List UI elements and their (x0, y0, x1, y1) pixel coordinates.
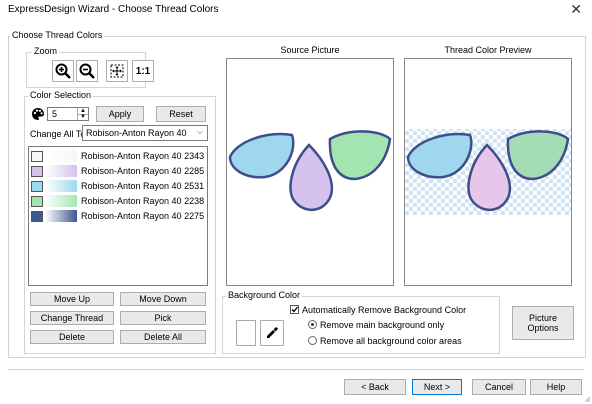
remove-all-radio[interactable] (308, 336, 317, 345)
spin-down-icon[interactable]: ▼ (77, 114, 88, 120)
thread-swatch (31, 210, 43, 222)
preview-shapes (405, 129, 571, 215)
apply-button[interactable]: Apply (96, 106, 144, 122)
thread-gradient (45, 180, 77, 192)
remove-main-label: Remove main background only (320, 320, 445, 330)
thread-name: Robison-Anton Rayon 40 2343 Eggsh (81, 151, 207, 161)
thread-row[interactable]: Robison-Anton Rayon 40 2531 Dana (31, 179, 207, 193)
group-label: Choose Thread Colors (10, 30, 105, 40)
picture-options-button[interactable]: Picture Options (512, 306, 574, 340)
zoom-in-icon[interactable] (52, 60, 74, 82)
thread-name: Robison-Anton Rayon 40 2238 Mint (81, 196, 207, 206)
close-icon[interactable]: ✕ (570, 1, 582, 18)
thread-row[interactable]: Robison-Anton Rayon 40 2238 Mint (31, 194, 207, 208)
source-shapes (228, 130, 392, 211)
thread-list[interactable]: Robison-Anton Rayon 40 2343 Eggsh Robison… (28, 146, 208, 286)
auto-remove-label: Automatically Remove Background Color (302, 305, 467, 315)
help-button[interactable]: Help (530, 379, 582, 395)
preview-panel (404, 58, 572, 286)
thread-row[interactable]: Robison-Anton Rayon 40 2285 Violet (31, 164, 207, 178)
thread-swatch (31, 165, 43, 177)
color-count-spinbox[interactable]: 5 ▲ ▼ (47, 107, 89, 121)
thread-name: Robison-Anton Rayon 40 2531 Dana (81, 181, 207, 191)
next-button[interactable]: Next > (412, 379, 462, 395)
move-down-button[interactable]: Move Down (120, 292, 206, 306)
reset-button[interactable]: Reset (156, 106, 206, 122)
footer-divider (8, 369, 584, 370)
resize-grip-icon[interactable] (584, 394, 591, 403)
window-title: ExpressDesign Wizard - Choose Thread Col… (8, 4, 219, 15)
picture-options-line2: Options (527, 323, 559, 333)
remove-all-label: Remove all background color areas (320, 336, 462, 346)
zoom-out-icon[interactable] (76, 60, 98, 82)
change-all-dropdown[interactable]: Robison-Anton Rayon 40 ⌵ (82, 125, 208, 141)
color-count-value: 5 (52, 109, 58, 119)
picture-options-line1: Picture (528, 313, 557, 323)
eyedropper-icon[interactable] (260, 320, 284, 346)
back-button[interactable]: < Back (344, 379, 406, 395)
thread-row[interactable]: Robison-Anton Rayon 40 2275 Slate I (31, 209, 207, 223)
thread-gradient (45, 150, 77, 162)
change-all-value: Robison-Anton Rayon 40 (86, 128, 187, 138)
change-thread-button[interactable]: Change Thread (30, 311, 114, 325)
thread-name: Robison-Anton Rayon 40 2275 Slate I (81, 211, 207, 221)
thread-swatch (31, 195, 43, 207)
chevron-down-icon: ⌵ (196, 127, 203, 136)
thread-row[interactable]: Robison-Anton Rayon 40 2343 Eggsh (31, 149, 207, 163)
thread-swatch (31, 150, 43, 162)
actual-size-button[interactable]: 1:1 (132, 60, 154, 82)
source-picture-label: Source Picture (280, 45, 340, 55)
thread-gradient (45, 210, 77, 222)
background-color-swatch[interactable] (236, 320, 256, 346)
thread-swatch (31, 180, 43, 192)
thread-gradient (45, 195, 77, 207)
thread-gradient (45, 165, 77, 177)
cancel-button[interactable]: Cancel (472, 379, 526, 395)
zoom-fit-icon[interactable] (106, 60, 128, 82)
zoom-label: Zoom (32, 46, 60, 56)
remove-main-radio[interactable] (308, 320, 317, 329)
auto-remove-checkbox[interactable] (290, 305, 299, 314)
move-up-button[interactable]: Move Up (30, 292, 114, 306)
palette-icon (31, 107, 45, 121)
preview-label: Thread Color Preview (444, 45, 532, 55)
delete-button[interactable]: Delete (30, 330, 114, 344)
thread-name: Robison-Anton Rayon 40 2285 Violet (81, 166, 207, 176)
delete-all-button[interactable]: Delete All (120, 330, 206, 344)
background-color-label: Background Color (226, 290, 303, 300)
pick-button[interactable]: Pick (120, 311, 206, 325)
color-selection-label: Color Selection (28, 90, 94, 100)
change-all-label: Change All To (30, 129, 86, 139)
source-picture-panel (226, 58, 394, 286)
